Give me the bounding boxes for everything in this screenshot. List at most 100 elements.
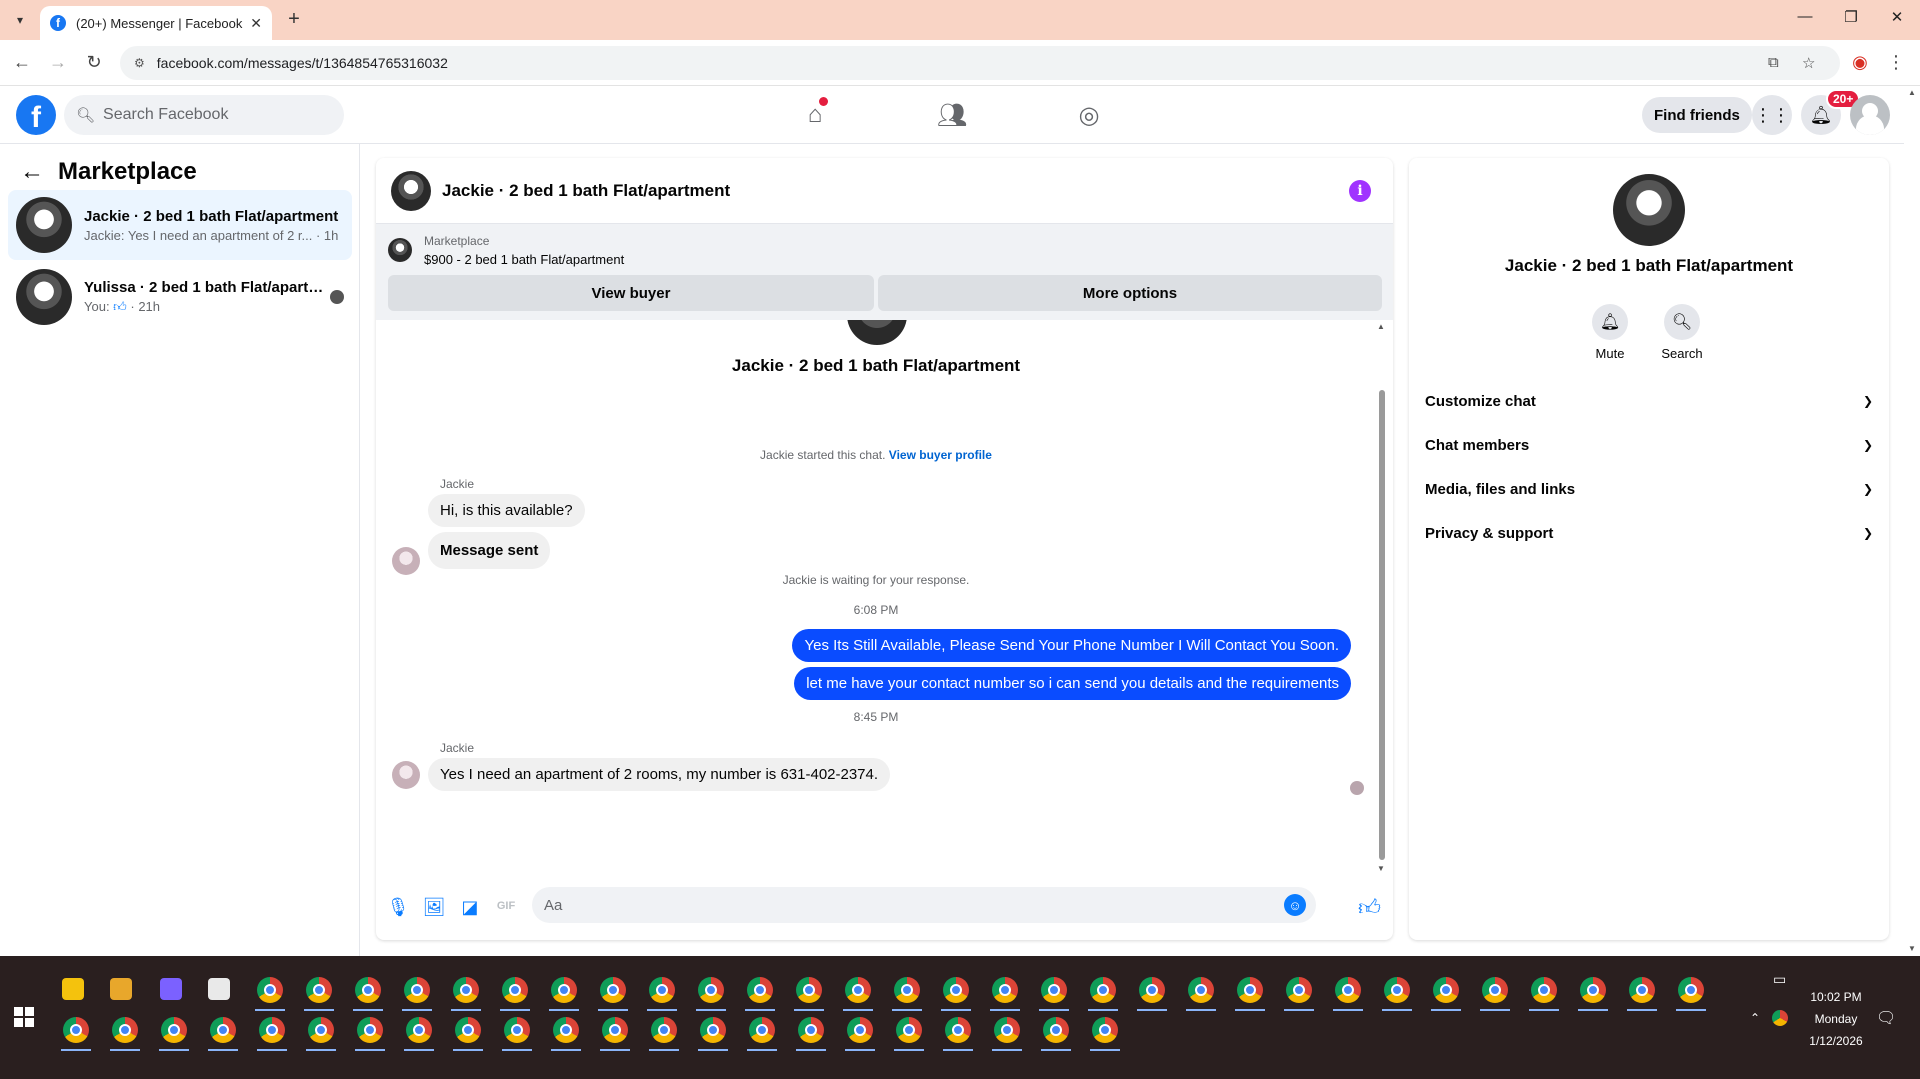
sender-avatar[interactable] xyxy=(392,761,420,789)
menu-grid-icon[interactable]: ⋮⋮ xyxy=(1752,95,1792,135)
chrome-taskbar-icon[interactable] xyxy=(1092,1017,1118,1043)
view-buyer-profile-link[interactable]: View buyer profile xyxy=(889,448,992,462)
restore-button[interactable]: ❐ xyxy=(1828,8,1874,26)
chat-header-name[interactable]: Jackie · 2 bed 1 bath Flat/apartment xyxy=(442,181,730,201)
chrome-taskbar-icon[interactable] xyxy=(600,977,626,1003)
mute-action[interactable]: 🔔︎ Mute xyxy=(1580,304,1640,361)
microphone-icon[interactable]: 🎙︎ xyxy=(386,897,410,918)
browser-menu-icon[interactable]: ⋮ xyxy=(1884,52,1908,73)
bookmark-star-icon[interactable]: ☆ xyxy=(1802,54,1815,72)
chrome-taskbar-icon[interactable] xyxy=(700,1017,726,1043)
gif-icon[interactable]: GIF xyxy=(494,900,518,912)
back-arrow-icon[interactable]: ← xyxy=(20,158,44,186)
chrome-taskbar-icon[interactable] xyxy=(63,1017,89,1043)
chat-header-avatar[interactable] xyxy=(391,170,431,211)
chat-members-row[interactable]: Chat members ❯ xyxy=(1425,423,1873,467)
chrome-taskbar-icon[interactable] xyxy=(210,1017,236,1043)
sticky-notes-icon[interactable] xyxy=(62,978,84,1000)
page-scrollbar[interactable]: ▲ ▼ xyxy=(1904,86,1920,956)
chrome-taskbar-icon[interactable] xyxy=(112,1017,138,1043)
profile-icon[interactable]: ◉ xyxy=(1848,52,1872,73)
media-files-links-row[interactable]: Media, files and links ❯ xyxy=(1425,467,1873,511)
chrome-taskbar-icon[interactable] xyxy=(1139,977,1165,1003)
scroll-thumb[interactable] xyxy=(1379,390,1385,860)
chrome-taskbar-icon[interactable] xyxy=(896,1017,922,1043)
chrome-taskbar-icon[interactable] xyxy=(1384,977,1410,1003)
copilot-icon[interactable] xyxy=(160,978,182,1000)
outgoing-message[interactable]: Yes Its Still Available, Please Send You… xyxy=(792,629,1351,662)
chrome-taskbar-icon[interactable] xyxy=(455,1017,481,1043)
clock-time[interactable]: 10:02 PM xyxy=(1796,990,1876,1004)
chrome-taskbar-icon[interactable] xyxy=(504,1017,530,1043)
chrome-taskbar-icon[interactable] xyxy=(698,977,724,1003)
chrome-taskbar-icon[interactable] xyxy=(1678,977,1704,1003)
listing-title[interactable]: $900 - 2 bed 1 bath Flat/apartment xyxy=(424,252,624,267)
incoming-message[interactable]: Message sent xyxy=(428,532,551,569)
chrome-taskbar-icon[interactable] xyxy=(1041,977,1067,1003)
chrome-taskbar-icon[interactable] xyxy=(502,977,528,1003)
chrome-taskbar-icon[interactable] xyxy=(1335,977,1361,1003)
notifications-icon[interactable]: 🗨︎ xyxy=(1876,1008,1896,1028)
new-tab-button[interactable]: + xyxy=(282,8,306,31)
chrome-taskbar-icon[interactable] xyxy=(1286,977,1312,1003)
page-scroll-down-icon[interactable]: ▼ xyxy=(1908,944,1916,953)
chrome-taskbar-icon[interactable] xyxy=(357,1017,383,1043)
file-explorer-icon[interactable] xyxy=(110,978,132,1000)
reload-icon[interactable]: ↻ xyxy=(82,52,106,73)
chrome-taskbar-icon[interactable] xyxy=(551,977,577,1003)
chrome-taskbar-icon[interactable] xyxy=(747,977,773,1003)
chrome-taskbar-icon[interactable] xyxy=(306,977,332,1003)
chrome-taskbar-icon[interactable] xyxy=(355,977,381,1003)
nav-home[interactable]: ⌂ xyxy=(765,86,865,144)
chrome-taskbar-icon[interactable] xyxy=(796,977,822,1003)
chrome-taskbar-icon[interactable] xyxy=(945,1017,971,1043)
chrome-taskbar-icon[interactable] xyxy=(749,1017,775,1043)
message-input[interactable] xyxy=(544,896,1244,914)
chrome-taskbar-icon[interactable] xyxy=(1043,1017,1069,1043)
chrome-taskbar-icon[interactable] xyxy=(1433,977,1459,1003)
back-icon[interactable]: ← xyxy=(10,52,34,73)
facebook-search-input[interactable] xyxy=(103,106,324,124)
tab-close-icon[interactable]: ✕ xyxy=(250,15,262,32)
chrome-taskbar-icon[interactable] xyxy=(453,977,479,1003)
chrome-taskbar-icon[interactable] xyxy=(1531,977,1557,1003)
more-options-button[interactable]: More options xyxy=(878,275,1382,311)
like-thumbs-up-icon[interactable]: 👍︎ xyxy=(1358,894,1381,921)
scroll-up-icon[interactable]: ▲ xyxy=(1377,322,1385,331)
chrome-taskbar-icon[interactable] xyxy=(308,1017,334,1043)
photo-icon[interactable]: 🖼︎ xyxy=(422,897,446,918)
customize-chat-row[interactable]: Customize chat ❯ xyxy=(1425,379,1873,423)
tray-chrome-icon[interactable] xyxy=(1772,1010,1788,1026)
conversation-item-jackie[interactable]: Jackie · 2 bed 1 bath Flat/apartment Jac… xyxy=(8,190,352,260)
minimize-button[interactable]: — xyxy=(1782,8,1828,25)
chrome-taskbar-icon[interactable] xyxy=(257,977,283,1003)
nav-friends[interactable]: 👥︎ xyxy=(902,86,1002,144)
incoming-message[interactable]: Yes I need an apartment of 2 rooms, my n… xyxy=(428,758,891,791)
info-icon[interactable]: i xyxy=(1349,180,1371,202)
chrome-taskbar-icon[interactable] xyxy=(406,1017,432,1043)
site-info-icon[interactable]: ⚙ xyxy=(134,56,145,70)
facebook-search[interactable]: 🔍︎ xyxy=(64,95,344,135)
chrome-taskbar-icon[interactable] xyxy=(1188,977,1214,1003)
incoming-message[interactable]: Hi, is this available? xyxy=(428,494,585,527)
chrome-taskbar-icon[interactable] xyxy=(161,1017,187,1043)
find-friends-button[interactable]: Find friends xyxy=(1642,97,1752,133)
chrome-taskbar-icon[interactable] xyxy=(1629,977,1655,1003)
url-text[interactable]: facebook.com/messages/t/1364854765316032 xyxy=(157,55,448,71)
message-scrollbar[interactable]: ▲ ▼ xyxy=(1377,320,1387,875)
search-action[interactable]: 🔍︎ Search xyxy=(1652,304,1712,361)
scroll-down-icon[interactable]: ▼ xyxy=(1377,864,1385,873)
chrome-taskbar-icon[interactable] xyxy=(602,1017,628,1043)
facebook-logo[interactable]: f xyxy=(16,95,56,135)
windows-start-icon[interactable] xyxy=(14,1007,34,1027)
chrome-taskbar-icon[interactable] xyxy=(259,1017,285,1043)
message-list[interactable]: Jackie · 2 bed 1 bath Flat/apartment Jac… xyxy=(376,320,1376,875)
chrome-taskbar-icon[interactable] xyxy=(994,1017,1020,1043)
chrome-taskbar-icon[interactable] xyxy=(651,1017,677,1043)
chrome-taskbar-icon[interactable] xyxy=(894,977,920,1003)
app-icon[interactable] xyxy=(208,978,230,1000)
chrome-taskbar-icon[interactable] xyxy=(992,977,1018,1003)
sticker-icon[interactable]: ◪ xyxy=(458,897,482,918)
install-app-icon[interactable]: ⧉ xyxy=(1768,54,1779,71)
sender-avatar[interactable] xyxy=(392,547,420,575)
